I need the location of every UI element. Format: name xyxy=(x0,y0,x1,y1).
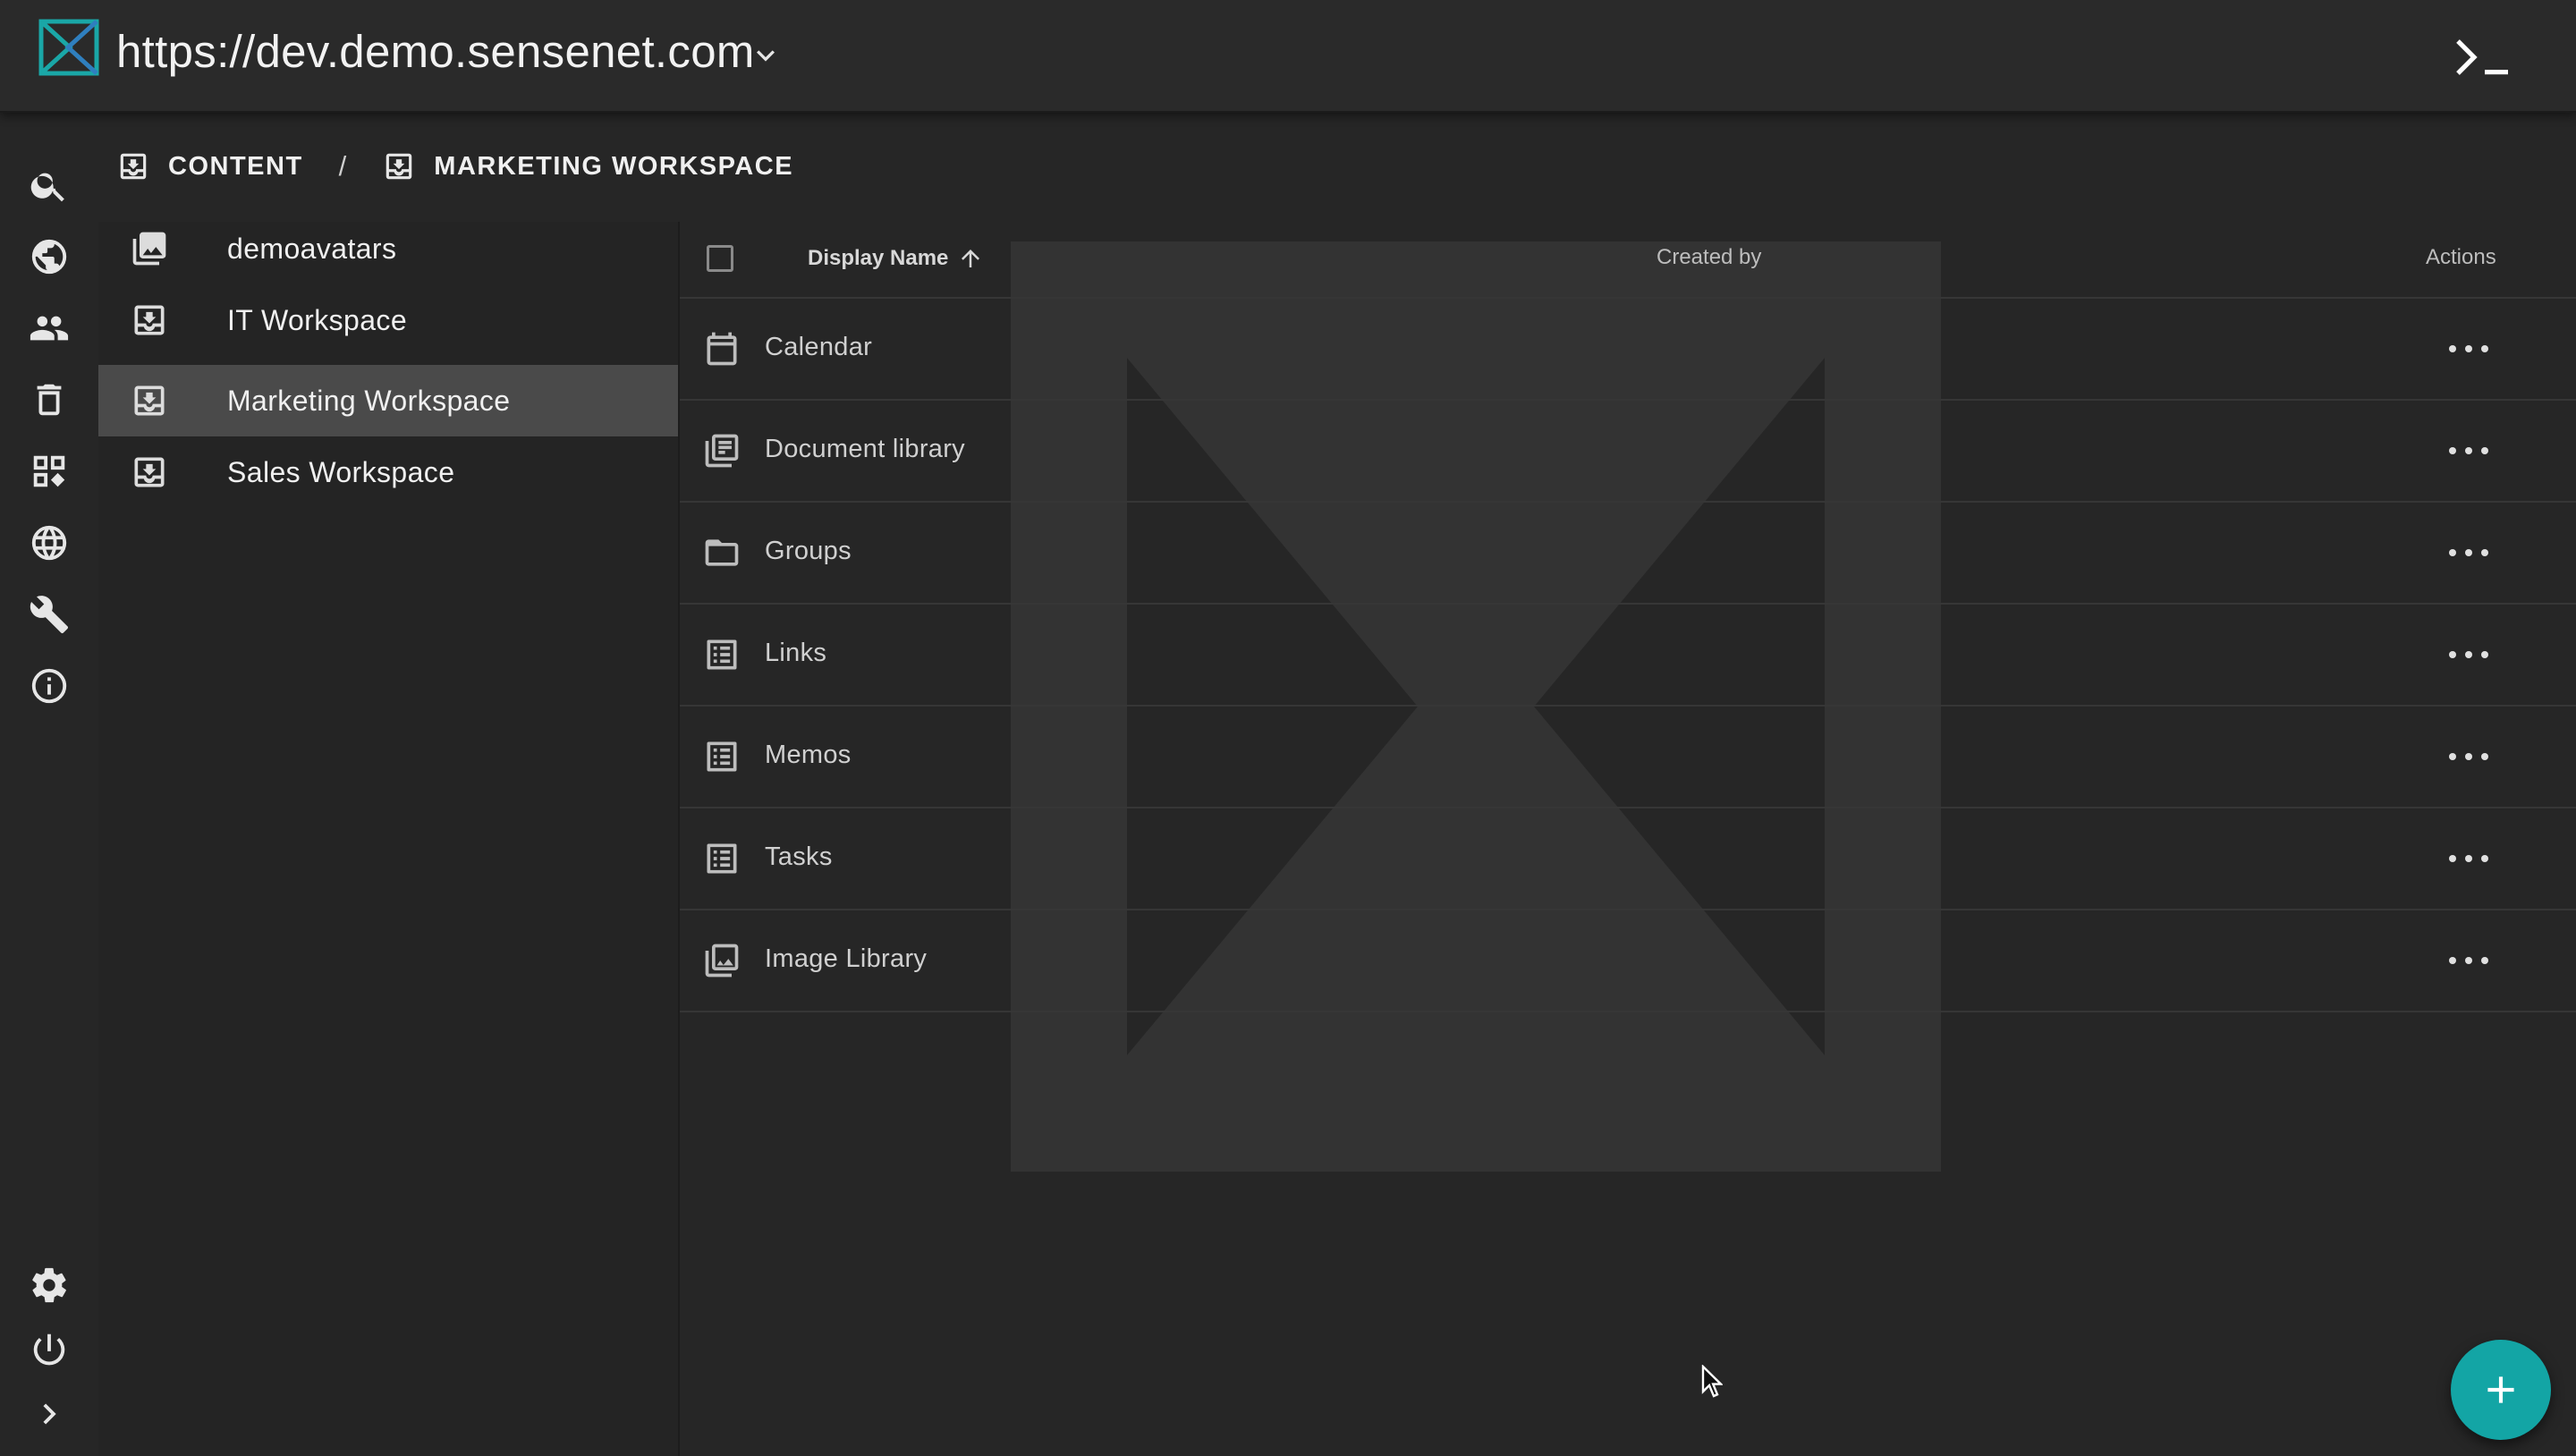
tree-item-demoavatars[interactable]: demoavatars xyxy=(98,213,678,284)
search-button[interactable] xyxy=(22,158,76,212)
column-label: Display Name xyxy=(808,246,949,270)
search-icon xyxy=(30,173,64,202)
breadcrumb-item-content[interactable]: CONTENT xyxy=(116,149,303,183)
tree-item-label: Sales Workspace xyxy=(227,455,455,488)
item-display-name: Groups xyxy=(765,537,852,565)
plus-icon xyxy=(2487,1376,2514,1403)
item-display-name: Document library xyxy=(765,435,965,463)
users-icon xyxy=(30,316,69,341)
more-actions-button[interactable] xyxy=(2446,737,2491,776)
list-header: Display Name Created by Actions xyxy=(680,222,2576,299)
more-actions-button[interactable] xyxy=(2446,941,2491,980)
navigation-rail xyxy=(0,113,98,1456)
image-library-icon xyxy=(132,232,166,266)
settings-button[interactable] xyxy=(22,1258,76,1312)
content-tree: demoavatars IT Workspace Marketing Works… xyxy=(98,222,680,1456)
users-groups-button[interactable] xyxy=(22,301,76,355)
select-all-checkbox[interactable] xyxy=(707,245,733,272)
more-actions-button[interactable] xyxy=(2446,839,2491,878)
more-actions-button[interactable] xyxy=(2446,431,2491,470)
workspace-icon xyxy=(134,457,165,487)
content-types-button[interactable] xyxy=(22,444,76,498)
workspace-icon xyxy=(386,153,412,180)
content-button[interactable] xyxy=(22,230,76,284)
settings-gear-icon xyxy=(32,1267,66,1303)
sensenet-logo[interactable] xyxy=(38,18,100,77)
workspace-icon xyxy=(120,153,147,180)
breadcrumb: CONTENT / MARKETING WORKSPACE xyxy=(116,145,793,188)
setup-button[interactable] xyxy=(22,588,76,641)
command-palette-icon[interactable] xyxy=(2451,36,2515,79)
app-header: https://dev.demo.sensenet.com xyxy=(0,0,2576,113)
more-actions-button[interactable] xyxy=(2446,635,2491,674)
trash-icon xyxy=(37,384,62,416)
breadcrumb-separator: / xyxy=(338,150,347,182)
list-item-image-library[interactable]: Image Library xyxy=(680,910,2576,1012)
tree-item-marketing-workspace[interactable]: Marketing Workspace xyxy=(98,365,678,436)
list-item-links[interactable]: Links xyxy=(680,605,2576,707)
list-icon xyxy=(707,843,737,874)
folder-icon xyxy=(705,539,739,566)
chevron-down-icon[interactable] xyxy=(748,38,784,73)
breadcrumb-label: MARKETING WORKSPACE xyxy=(434,151,794,181)
item-display-name: Image Library xyxy=(765,944,928,973)
list-item-memos[interactable]: Memos xyxy=(680,707,2576,808)
setup-wrench-icon xyxy=(30,596,69,634)
info-icon xyxy=(31,668,67,704)
localization-icon xyxy=(31,525,67,561)
breadcrumb-label: CONTENT xyxy=(168,151,303,181)
tree-item-it-workspace[interactable]: IT Workspace xyxy=(98,284,678,356)
item-display-name: Calendar xyxy=(765,333,873,361)
tree-item-label: IT Workspace xyxy=(227,303,408,336)
list-item-calendar[interactable]: Calendar xyxy=(680,299,2576,401)
repository-url-selector[interactable]: https://dev.demo.sensenet.com xyxy=(116,25,755,78)
item-display-name: Links xyxy=(765,639,827,667)
calendar-icon xyxy=(707,332,737,366)
item-display-name: Memos xyxy=(765,741,852,769)
logout-button[interactable] xyxy=(22,1323,76,1376)
trash-button[interactable] xyxy=(22,373,76,427)
expand-rail-button[interactable] xyxy=(22,1387,76,1441)
tree-item-sales-workspace[interactable]: Sales Workspace xyxy=(98,436,678,508)
item-display-name: Tasks xyxy=(765,842,833,871)
column-header-created-by[interactable]: Created by xyxy=(1657,245,1761,270)
list-item-document-library[interactable]: Document library xyxy=(680,401,2576,503)
workspace-icon xyxy=(134,305,165,335)
sort-ascending-icon xyxy=(962,250,980,267)
list-icon xyxy=(707,639,737,670)
power-icon xyxy=(33,1333,65,1366)
globe-content-icon xyxy=(31,239,67,275)
expand-chevron-icon xyxy=(43,1403,56,1425)
tree-item-label: Marketing Workspace xyxy=(227,384,511,417)
column-header-display-name[interactable]: Display Name xyxy=(808,245,984,272)
column-header-actions: Actions xyxy=(2426,245,2496,269)
add-content-button[interactable] xyxy=(2451,1340,2551,1440)
workspace-icon xyxy=(134,385,165,416)
list-icon xyxy=(707,741,737,772)
about-button[interactable] xyxy=(22,659,76,713)
more-actions-button[interactable] xyxy=(2446,329,2491,368)
more-actions-button[interactable] xyxy=(2446,533,2491,572)
list-item-tasks[interactable]: Tasks xyxy=(680,808,2576,910)
mouse-cursor-icon xyxy=(1701,1365,1723,1398)
content-types-icon xyxy=(33,455,65,487)
list-item-groups[interactable]: Groups xyxy=(680,503,2576,605)
content-list: Display Name Created by Actions Calendar… xyxy=(680,222,2576,1456)
localization-button[interactable] xyxy=(22,516,76,570)
document-library-icon xyxy=(705,434,739,468)
tree-item-label: demoavatars xyxy=(227,232,397,265)
breadcrumb-item-marketing-workspace[interactable]: MARKETING WORKSPACE xyxy=(382,149,793,183)
image-library-icon xyxy=(705,944,739,978)
